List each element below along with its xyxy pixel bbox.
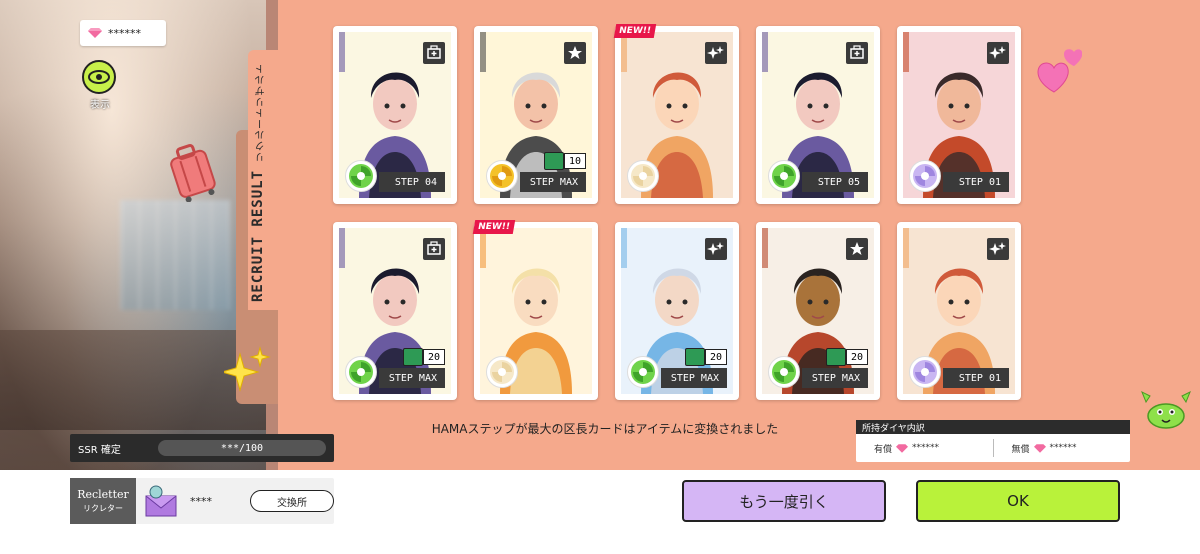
suitcase-icon: [170, 144, 216, 202]
item-icon: [825, 348, 846, 366]
card-frame: STEP MAX 20: [762, 228, 874, 394]
item-count: 20: [845, 349, 868, 365]
sparkle-icon: [987, 42, 1009, 64]
result-card[interactable]: STEP 01: [897, 222, 1021, 400]
medical-icon: [423, 238, 445, 260]
diamond-icon: [1033, 443, 1046, 453]
gem-counter: ******: [80, 20, 166, 46]
recletter-panel: Recletter リクレター **** 交換所: [70, 478, 334, 524]
exchange-button[interactable]: 交換所: [250, 490, 334, 512]
owned-diamonds-title: 所持ダイヤ内訳: [856, 420, 1130, 434]
result-card[interactable]: NEW!!: [472, 220, 598, 400]
card-frame: [480, 228, 592, 394]
card-item-level: 20: [402, 348, 445, 366]
ssr-label: SSR 確定: [78, 444, 121, 456]
conversion-notice: HAMAステップが最大の区長カードはアイテムに変換されました: [431, 422, 779, 436]
item-count: 20: [422, 349, 445, 365]
card-step-label: STEP MAX: [379, 368, 445, 388]
attribute-icon: [486, 356, 518, 388]
eye-icon: [88, 70, 110, 84]
card-frame: STEP MAX 10: [480, 32, 592, 198]
star-icon: [846, 238, 868, 260]
attribute-icon: [909, 160, 941, 192]
sparkle-icon: [705, 42, 727, 64]
owned-diamonds-panel: 所持ダイヤ内訳 有償 ****** 無償 ******: [856, 420, 1130, 462]
paid-diamonds: 有償 ******: [856, 442, 993, 455]
paid-label: 有償: [874, 444, 893, 455]
attribute-icon: [627, 160, 659, 192]
card-frame: STEP MAX 20: [339, 228, 451, 394]
card-frame: [621, 32, 733, 198]
ssr-progress-bar: ***/100: [158, 440, 326, 456]
result-card[interactable]: STEP 04: [333, 26, 457, 204]
sparkle-icon: [705, 238, 727, 260]
new-badge: NEW!!: [472, 220, 516, 234]
sparkle-decoration-icon: [224, 346, 271, 392]
attribute-icon: [909, 356, 941, 388]
result-card[interactable]: NEW!!: [613, 24, 739, 204]
item-count: 10: [563, 153, 586, 169]
sparkle-icon: [987, 238, 1009, 260]
result-card[interactable]: STEP 01: [897, 26, 1021, 204]
recletter-envelope-icon: [145, 485, 177, 517]
panel-title-ja: リクルートリザルト: [256, 63, 267, 162]
recletter-count: ****: [190, 494, 212, 508]
free-diamonds: 無償 ******: [994, 442, 1131, 455]
new-badge: NEW!!: [613, 24, 657, 38]
card-step-label: STEP MAX: [661, 368, 727, 388]
attribute-icon: [768, 160, 800, 192]
item-icon: [402, 348, 423, 366]
gem-count: ******: [108, 26, 141, 40]
diamond-icon: [896, 443, 909, 453]
card-frame: STEP 01: [903, 32, 1015, 198]
result-card[interactable]: STEP MAX 10: [474, 26, 598, 204]
result-card[interactable]: STEP MAX 20: [756, 222, 880, 400]
attribute-icon: [345, 356, 377, 388]
free-label: 無償: [1011, 444, 1030, 455]
card-step-label: STEP 01: [943, 172, 1009, 192]
background-window: [120, 200, 230, 310]
diamond-icon: [88, 28, 102, 38]
recletter-label-ja: リクレター: [83, 504, 123, 513]
display-toggle-button[interactable]: [82, 60, 116, 94]
paid-value: ******: [912, 443, 940, 453]
free-value: ******: [1049, 443, 1077, 453]
ok-button[interactable]: OK: [916, 480, 1120, 522]
card-frame: STEP 04: [339, 32, 451, 198]
attribute-icon: [627, 356, 659, 388]
recletter-label-en: Recletter: [77, 488, 129, 501]
card-step-label: STEP 01: [943, 368, 1009, 388]
card-step-label: STEP MAX: [802, 368, 868, 388]
medical-icon: [423, 42, 445, 64]
recletter-label: Recletter リクレター: [70, 478, 136, 524]
attribute-icon: [768, 356, 800, 388]
card-step-label: STEP 04: [379, 172, 445, 192]
card-step-label: STEP 05: [802, 172, 868, 192]
attribute-icon: [486, 160, 518, 192]
card-frame: STEP 05: [762, 32, 874, 198]
medical-icon: [846, 42, 868, 64]
card-frame: STEP MAX 20: [621, 228, 733, 394]
card-item-level: 10: [543, 152, 586, 170]
item-icon: [543, 152, 564, 170]
card-item-level: 20: [825, 348, 868, 366]
star-icon: [564, 42, 586, 64]
attribute-icon: [345, 160, 377, 192]
result-card[interactable]: STEP MAX 20: [333, 222, 457, 400]
heart-decoration-icon: [1037, 49, 1082, 93]
panel-title-en: RECRUIT RESULT: [250, 169, 266, 302]
ssr-guarantee-gauge: SSR 確定 ***/100: [70, 434, 334, 462]
pull-again-button[interactable]: もう一度引く: [682, 480, 886, 522]
item-icon: [684, 348, 705, 366]
card-item-level: 20: [684, 348, 727, 366]
result-card[interactable]: STEP 05: [756, 26, 880, 204]
item-count: 20: [704, 349, 727, 365]
display-toggle-label: 表示: [90, 100, 110, 111]
card-frame: STEP 01: [903, 228, 1015, 394]
result-card[interactable]: STEP MAX 20: [615, 222, 739, 400]
card-step-label: STEP MAX: [520, 172, 586, 192]
crab-decoration-icon: [1141, 390, 1191, 429]
